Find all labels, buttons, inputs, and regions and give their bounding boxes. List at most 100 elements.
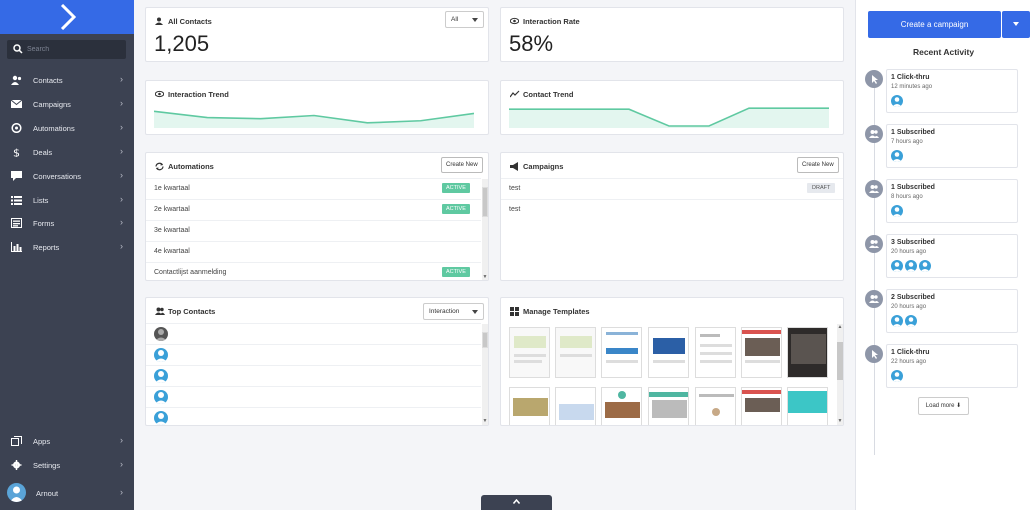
sidebar-item-lists[interactable]: Lists › bbox=[0, 190, 134, 210]
table-row[interactable] bbox=[146, 407, 481, 425]
trend-area bbox=[509, 108, 829, 128]
template-thumbnail[interactable] bbox=[555, 327, 596, 378]
template-thumbnail[interactable] bbox=[741, 387, 782, 425]
activity-card[interactable]: 1 Click-thru 12 minutes ago bbox=[886, 69, 1018, 113]
activity-card[interactable]: 1 Subscribed 7 hours ago bbox=[886, 124, 1018, 168]
scrollbar-thumb[interactable] bbox=[482, 187, 488, 217]
avatar[interactable] bbox=[919, 260, 931, 272]
top-contacts-filter-select[interactable]: Interaction bbox=[423, 303, 484, 320]
search-input[interactable] bbox=[27, 42, 122, 57]
table-row[interactable] bbox=[146, 344, 481, 365]
template-thumbnail[interactable] bbox=[601, 327, 642, 378]
card-title: Interaction Rate bbox=[523, 17, 580, 26]
logo[interactable] bbox=[0, 0, 134, 34]
avatar[interactable] bbox=[891, 205, 903, 217]
avatar bbox=[154, 348, 168, 362]
scroll-up-icon[interactable]: ▲ bbox=[837, 324, 843, 330]
automation-icon bbox=[11, 123, 22, 133]
create-automation-button[interactable]: Create New bbox=[441, 157, 483, 173]
sidebar-item-deals[interactable]: $ Deals › bbox=[0, 142, 134, 162]
sidebar-item-automations[interactable]: Automations › bbox=[0, 118, 134, 138]
avatar bbox=[154, 369, 168, 383]
template-thumbnail[interactable] bbox=[648, 387, 689, 425]
activity-card[interactable]: 3 Subscribed 20 hours ago bbox=[886, 234, 1018, 278]
template-thumbnail[interactable] bbox=[787, 387, 828, 425]
sidebar-item-campaigns[interactable]: Campaigns › bbox=[0, 94, 134, 114]
template-thumbnail[interactable] bbox=[741, 327, 782, 378]
sidebar-item-label: Campaigns bbox=[33, 100, 71, 109]
template-thumbnail[interactable] bbox=[509, 387, 550, 425]
sidebar-item-forms[interactable]: Forms › bbox=[0, 213, 134, 233]
sidebar-item-contacts[interactable]: Contacts › bbox=[0, 70, 134, 90]
template-thumbnail[interactable] bbox=[695, 387, 736, 425]
sidebar-item-user[interactable]: Arnout › bbox=[0, 483, 134, 503]
table-row[interactable]: test bbox=[501, 199, 843, 220]
automation-name: 2e kwartaal bbox=[154, 206, 190, 213]
scroll-down-icon[interactable]: ▼ bbox=[482, 274, 488, 280]
table-row[interactable]: Contactlijst aanmelding ACTIVE bbox=[146, 262, 481, 280]
apps-icon bbox=[11, 436, 22, 446]
activity-time: 20 hours ago bbox=[891, 304, 927, 310]
template-thumbnail[interactable] bbox=[509, 327, 550, 378]
automations-scrollbar[interactable]: ▼ bbox=[482, 179, 488, 280]
table-row[interactable]: 1e kwartaal ACTIVE bbox=[146, 178, 481, 199]
avatar bbox=[154, 390, 168, 404]
templates-scrollbar[interactable]: ▲ ▼ bbox=[837, 324, 843, 425]
contacts-filter-select[interactable]: All bbox=[445, 11, 484, 28]
sidebar-item-label: Automations bbox=[33, 124, 75, 133]
top-contacts-scrollbar[interactable]: ▼ bbox=[482, 324, 488, 425]
table-row[interactable] bbox=[146, 365, 481, 386]
table-row[interactable]: test DRAFT bbox=[501, 178, 843, 199]
table-row[interactable]: 3e kwartaal bbox=[146, 220, 481, 241]
search-box bbox=[7, 40, 126, 59]
table-row[interactable]: 2e kwartaal ACTIVE bbox=[146, 199, 481, 220]
status-badge: ACTIVE bbox=[442, 267, 470, 277]
activity-card[interactable]: 2 Subscribed 20 hours ago bbox=[886, 289, 1018, 333]
scroll-down-icon[interactable]: ▼ bbox=[837, 418, 843, 424]
envelope-icon bbox=[11, 99, 22, 108]
sidebar-item-reports[interactable]: Reports › bbox=[0, 237, 134, 257]
table-row[interactable]: 4e kwartaal bbox=[146, 241, 481, 262]
sidebar-item-label: Conversations bbox=[33, 172, 81, 181]
avatar[interactable] bbox=[905, 315, 917, 327]
table-row[interactable] bbox=[146, 323, 481, 344]
bottom-toggle-button[interactable] bbox=[481, 495, 552, 510]
table-row[interactable] bbox=[146, 386, 481, 407]
activity-card[interactable]: 1 Subscribed 8 hours ago bbox=[886, 179, 1018, 223]
sidebar-item-label: Settings bbox=[33, 461, 61, 470]
create-campaign-dropdown-button[interactable] bbox=[1002, 11, 1030, 38]
avatar[interactable] bbox=[891, 95, 903, 107]
eye-icon bbox=[510, 17, 519, 25]
load-more-button[interactable]: Load more ⬇ bbox=[918, 397, 969, 415]
sidebar-item-conversations[interactable]: Conversations › bbox=[0, 166, 134, 186]
avatar[interactable] bbox=[891, 260, 903, 272]
sidebar-item-label: Apps bbox=[33, 437, 51, 446]
scrollbar-thumb[interactable] bbox=[482, 332, 488, 348]
sidebar-item-label: Lists bbox=[33, 196, 49, 205]
automation-name: 1e kwartaal bbox=[154, 185, 190, 192]
arrow-down-icon: ⬇ bbox=[956, 403, 962, 409]
search-icon bbox=[13, 44, 23, 54]
scroll-down-icon[interactable]: ▼ bbox=[482, 418, 488, 424]
gear-icon bbox=[11, 460, 22, 470]
avatar[interactable] bbox=[891, 150, 903, 162]
svg-text:$: $ bbox=[13, 147, 20, 157]
template-thumbnail[interactable] bbox=[648, 327, 689, 378]
avatar[interactable] bbox=[905, 260, 917, 272]
activity-time: 20 hours ago bbox=[891, 249, 927, 255]
activity-card[interactable]: 1 Click-thru 22 hours ago bbox=[886, 344, 1018, 388]
template-thumbnail[interactable] bbox=[787, 327, 828, 378]
avatar[interactable] bbox=[891, 315, 903, 327]
sidebar-item-settings[interactable]: Settings › bbox=[0, 455, 134, 475]
caret-down-icon bbox=[472, 310, 478, 314]
scrollbar-thumb[interactable] bbox=[837, 342, 843, 380]
template-thumbnail[interactable] bbox=[601, 387, 642, 425]
create-campaign-button[interactable]: Create a campaign bbox=[868, 11, 1001, 38]
campaign-name: test bbox=[509, 185, 521, 192]
create-campaign-small-button[interactable]: Create New bbox=[797, 157, 839, 173]
template-thumbnail[interactable] bbox=[695, 327, 736, 378]
template-thumbnail[interactable] bbox=[555, 387, 596, 425]
avatar[interactable] bbox=[891, 370, 903, 382]
chevron-right-icon: › bbox=[120, 98, 123, 108]
sidebar-item-apps[interactable]: Apps › bbox=[0, 431, 134, 451]
